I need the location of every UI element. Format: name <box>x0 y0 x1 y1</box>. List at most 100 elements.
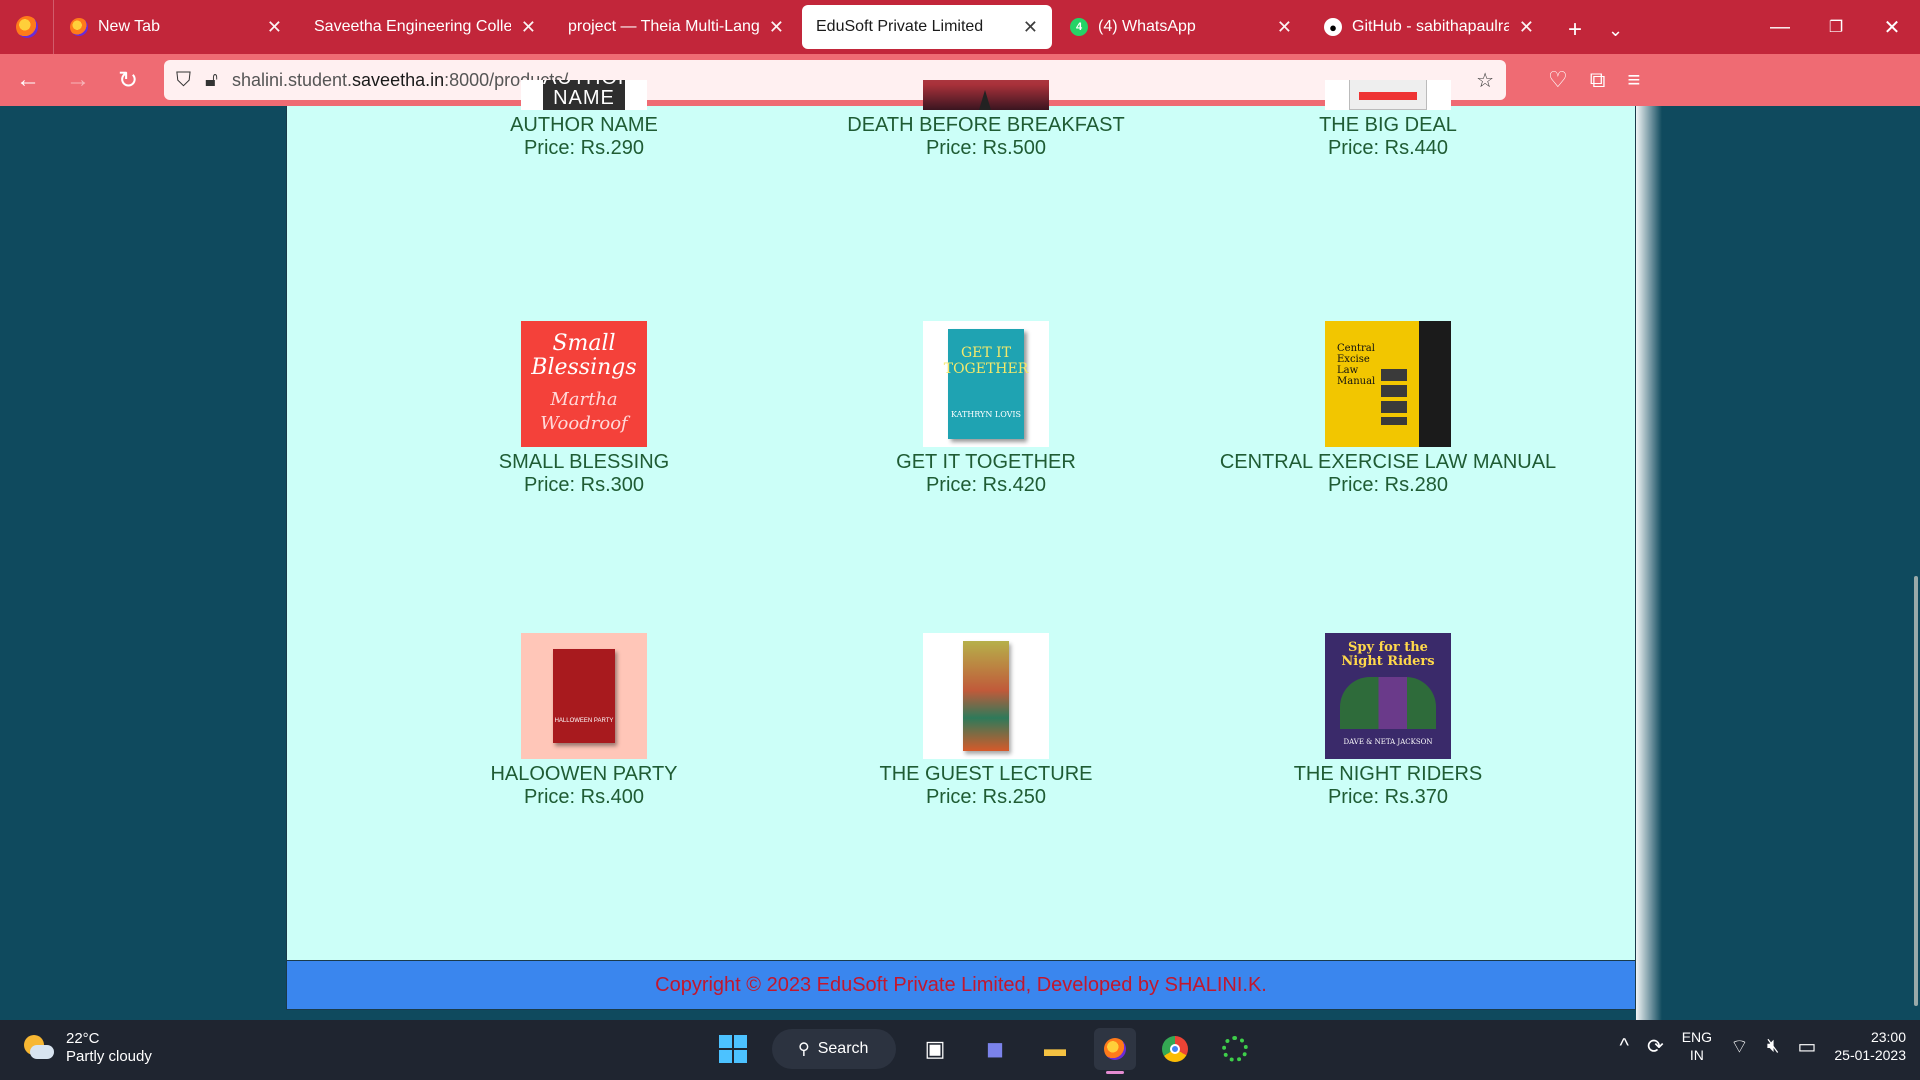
product-card[interactable]: Spy for the Night Riders DAVE & NETA JAC… <box>1187 633 1589 809</box>
insecure-lock-icon[interactable]: 🔓︎ <box>205 69 218 92</box>
tab-title: project — Theia Multi-Language <box>568 18 759 35</box>
firefox-icon <box>15 16 38 38</box>
product-card[interactable]: Small Blessings Martha Woodroof SMALL BL… <box>383 321 785 497</box>
battery-icon[interactable]: ▭ <box>1797 1034 1816 1059</box>
product-price: Price: Rs.400 <box>523 786 645 808</box>
tab-title: (4) WhatsApp <box>1098 18 1196 35</box>
product-price: Price: Rs.440 <box>1327 137 1449 159</box>
tab-edusoft[interactable]: EduSoft Private Limited ✕ <box>802 5 1052 49</box>
extensions-icon[interactable]: ⧉ <box>1590 67 1606 93</box>
firefox-taskbar-icon[interactable] <box>1094 1028 1136 1074</box>
product-image[interactable]: Central Excise Law Manual <box>1325 321 1451 447</box>
product-image[interactable] <box>1325 80 1451 110</box>
product-price: Price: Rs.370 <box>1327 786 1449 808</box>
tab-theia-project[interactable]: project — Theia Multi-Language ✕ <box>554 5 798 49</box>
product-image[interactable]: Small Blessings Martha Woodroof <box>521 321 647 447</box>
product-price: Price: Rs.280 <box>1327 474 1449 496</box>
product-card[interactable]: GET IT TOGETHER KATHRYN LOVIS GET IT TOG… <box>785 321 1187 497</box>
product-image[interactable]: Spy for the Night Riders DAVE & NETA JAC… <box>1325 633 1451 759</box>
product-card[interactable]: THE GUEST LECTURE Price: Rs.250 <box>785 633 1187 809</box>
back-arrow-icon[interactable]: ← <box>6 58 50 102</box>
tracking-shield-icon[interactable]: ⛉ <box>176 69 191 92</box>
product-image[interactable]: AUTHOR NAME <box>521 80 647 110</box>
search-icon: ⚲ <box>798 1041 810 1058</box>
tab-title: GitHub - sabithapaulraj/pro <box>1352 18 1509 35</box>
cover-title: GET IT TOGETHER <box>943 345 1029 377</box>
product-name: GET IT TOGETHER <box>896 451 1076 473</box>
product-price: Price: Rs.300 <box>523 474 645 496</box>
input-language[interactable]: ENG IN <box>1682 1028 1712 1064</box>
cover-title: Spy for the Night Riders <box>1341 640 1435 669</box>
product-card[interactable]: AUTHOR NAME AUTHOR NAME Price: Rs.290 <box>383 80 785 160</box>
close-icon[interactable]: ✕ <box>521 17 536 38</box>
file-explorer-icon[interactable]: ▬ <box>1034 1028 1076 1070</box>
tab-whatsapp[interactable]: 4 (4) WhatsApp ✕ <box>1056 5 1306 49</box>
product-card[interactable]: Central Excise Law Manual CENTRAL EXERCI… <box>1187 321 1589 497</box>
cover-author: Martha Woodroof <box>540 389 628 434</box>
reload-icon[interactable]: ↻ <box>106 58 150 102</box>
product-name: AUTHOR NAME <box>510 114 658 136</box>
product-image[interactable] <box>923 80 1049 110</box>
weather-condition: Partly cloudy <box>66 1048 152 1065</box>
close-icon[interactable]: ✕ <box>1519 17 1534 38</box>
product-name: HALOOWEN PARTY <box>490 763 678 785</box>
sync-icon[interactable]: ⟳ <box>1647 1034 1664 1059</box>
product-name: SMALL BLESSING <box>498 451 670 473</box>
tab-github[interactable]: ● GitHub - sabithapaulraj/pro ✕ <box>1310 5 1548 49</box>
scrollbar-thumb[interactable] <box>1914 576 1918 1006</box>
hamburger-menu-icon[interactable]: ≡ <box>1627 67 1640 93</box>
teams-chat-icon[interactable]: ◼ <box>974 1028 1016 1070</box>
cover-title: Central Excise Law Manual <box>1337 343 1376 387</box>
page-viewport: AUTHOR NAME AUTHOR NAME Price: Rs.290 DE… <box>0 80 1920 1020</box>
cover-author: DAVE & NETA JACKSON <box>1343 738 1433 746</box>
wifi-icon[interactable]: ⌔ <box>1730 1034 1749 1059</box>
loading-ring-icon[interactable] <box>1214 1028 1256 1070</box>
weather-widget[interactable]: 22°C Partly cloudy <box>22 1030 152 1066</box>
scrollbar[interactable] <box>1908 106 1920 1020</box>
taskbar-search[interactable]: ⚲ Search <box>772 1029 896 1069</box>
tab-title: EduSoft Private Limited <box>816 18 984 35</box>
new-tab-plus-icon[interactable]: + <box>1568 16 1582 44</box>
windows-logo-icon <box>719 1035 747 1063</box>
firefox-icon <box>70 18 88 36</box>
task-view-icon[interactable]: ▣ <box>914 1028 956 1070</box>
close-icon[interactable]: ✕ <box>1023 17 1038 38</box>
firefox-menu-button[interactable] <box>0 0 54 54</box>
product-image[interactable]: GET IT TOGETHER KATHRYN LOVIS <box>923 321 1049 447</box>
browser-tab-strip: New Tab ✕ Saveetha Engineering College ✕… <box>0 0 1920 54</box>
tab-saveetha[interactable]: Saveetha Engineering College ✕ <box>300 5 550 49</box>
windows-taskbar: 22°C Partly cloudy ⚲ Search ▣ ◼ ▬ ^ ⟳ EN… <box>0 1020 1920 1080</box>
product-price: Price: Rs.250 <box>925 786 1047 808</box>
search-label: Search <box>817 1040 869 1057</box>
tab-new-tab[interactable]: New Tab ✕ <box>56 5 296 49</box>
speaker-muted-icon[interactable]: 🔇︎ <box>1767 1035 1780 1058</box>
tab-title: Saveetha Engineering College <box>314 18 511 35</box>
close-window-button[interactable]: ✕ <box>1864 0 1920 54</box>
tab-title: New Tab <box>98 18 160 35</box>
product-card[interactable]: HALLOWEEN PARTY HALOOWEN PARTY Price: Rs… <box>383 633 785 809</box>
close-icon[interactable]: ✕ <box>769 17 784 38</box>
copyright-text: Copyright © 2023 EduSoft Private Limited… <box>655 973 1267 996</box>
cover-title: HALLOWEEN PARTY <box>553 649 615 743</box>
product-image[interactable]: HALLOWEEN PARTY <box>521 633 647 759</box>
product-name: THE GUEST LECTURE <box>879 763 1093 785</box>
chrome-icon[interactable] <box>1154 1028 1196 1070</box>
product-card[interactable]: DEATH BEFORE BREAKFAST Price: Rs.500 <box>785 80 1187 160</box>
product-price: Price: Rs.420 <box>925 474 1047 496</box>
product-price: Price: Rs.290 <box>523 137 645 159</box>
close-icon[interactable]: ✕ <box>267 17 282 38</box>
start-button[interactable] <box>712 1028 754 1070</box>
product-name: THE BIG DEAL <box>1319 114 1457 136</box>
page-footer: Copyright © 2023 EduSoft Private Limited… <box>286 960 1636 1010</box>
restore-button[interactable]: ❐ <box>1808 0 1864 54</box>
date: 25-01-2023 <box>1834 1047 1906 1063</box>
list-all-tabs-chevron-icon[interactable]: ⌄ <box>1608 20 1623 41</box>
show-hidden-icons-chevron-icon[interactable]: ^ <box>1620 1035 1629 1058</box>
clock[interactable]: 23:00 25-01-2023 <box>1834 1028 1906 1064</box>
forward-arrow-icon[interactable]: → <box>56 58 100 102</box>
close-icon[interactable]: ✕ <box>1277 17 1292 38</box>
product-card[interactable]: THE BIG DEAL Price: Rs.440 <box>1187 80 1589 160</box>
products-page: AUTHOR NAME AUTHOR NAME Price: Rs.290 DE… <box>286 80 1636 1010</box>
minimize-button[interactable]: — <box>1752 0 1808 54</box>
product-image[interactable] <box>923 633 1049 759</box>
